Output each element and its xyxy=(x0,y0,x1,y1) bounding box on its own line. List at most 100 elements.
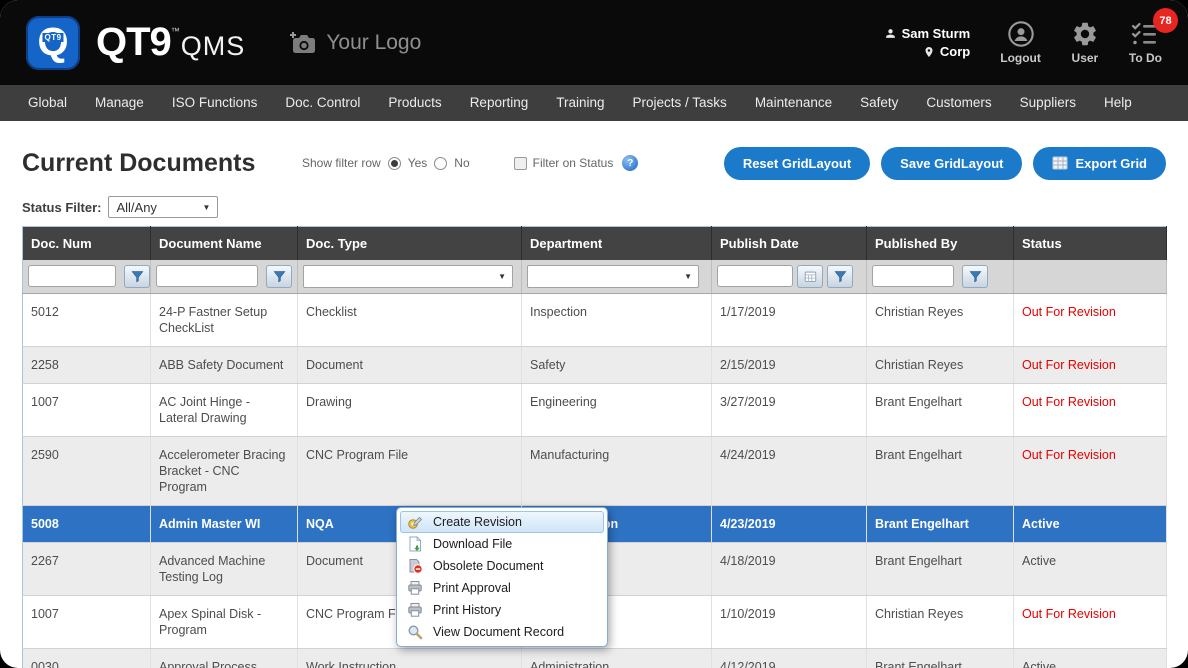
camera-plus-icon xyxy=(287,31,317,55)
menu-item-label: Print Approval xyxy=(433,581,511,595)
cell-by: Christian Reyes xyxy=(867,595,1014,648)
nav-item-maintenance[interactable]: Maintenance xyxy=(741,85,846,121)
nav-item-iso-functions[interactable]: ISO Functions xyxy=(158,85,272,121)
nav-item-global[interactable]: Global xyxy=(14,85,81,121)
status-filter-select[interactable]: All/Any ▼ xyxy=(108,196,218,218)
nav-item-projects-tasks[interactable]: Projects / Tasks xyxy=(619,85,741,121)
menu-item-obsolete-document[interactable]: Obsolete Document xyxy=(400,555,604,577)
user-name: Sam Sturm xyxy=(902,25,971,43)
col-published-by[interactable]: Published By xyxy=(867,227,1014,260)
reset-gridlayout-button[interactable]: Reset GridLayout xyxy=(724,147,870,180)
main-nav: GlobalManageISO FunctionsDoc. ControlPro… xyxy=(0,85,1188,121)
qt9-logo-icon: Q QT9 xyxy=(26,16,80,70)
nav-item-manage[interactable]: Manage xyxy=(81,85,158,121)
table-row[interactable]: 0030Approval ProcessWork InstructionAdmi… xyxy=(23,648,1167,668)
filter-row-yes-radio[interactable] xyxy=(388,157,401,170)
cell-type: Drawing xyxy=(298,383,522,436)
cell-date: 1/17/2019 xyxy=(712,293,867,346)
qt9-logo-text: QT9 xyxy=(42,33,63,42)
table-row[interactable]: 2590Accelerometer Bracing Bracket - CNC … xyxy=(23,436,1167,505)
export-grid-button[interactable]: Export Grid xyxy=(1033,147,1166,180)
show-filter-row-label: Show filter row xyxy=(302,156,381,170)
nav-item-doc-control[interactable]: Doc. Control xyxy=(271,85,374,121)
cell-date: 4/23/2019 xyxy=(712,505,867,542)
upload-logo-button[interactable]: Your Logo xyxy=(287,31,421,55)
menu-item-label: Obsolete Document xyxy=(433,559,543,573)
nav-item-training[interactable]: Training xyxy=(542,85,618,121)
cell-by: Christian Reyes xyxy=(867,293,1014,346)
cell-status: Active xyxy=(1014,648,1167,668)
logout-button[interactable]: Logout xyxy=(1000,20,1041,65)
col-publish-date[interactable]: Publish Date xyxy=(712,227,867,260)
app-header: Q QT9 QT9 ™ QMS Your Logo xyxy=(0,0,1188,85)
brand-logotype: QT9 ™ QMS xyxy=(96,20,245,65)
logout-icon xyxy=(1007,20,1035,48)
menu-item-create-revision[interactable]: Create Revision xyxy=(400,511,604,533)
filter-doc-num-input[interactable] xyxy=(28,265,116,287)
logout-label: Logout xyxy=(1000,51,1041,65)
obsolete-document-icon xyxy=(407,558,423,574)
brand-trademark: ™ xyxy=(171,26,180,36)
menu-item-print-approval[interactable]: Print Approval xyxy=(400,577,604,599)
filter-doc-num-funnel-button[interactable] xyxy=(124,265,150,288)
nav-item-reporting[interactable]: Reporting xyxy=(456,85,543,121)
cell-status: Out For Revision xyxy=(1014,383,1167,436)
filter-published-by-funnel-button[interactable] xyxy=(962,265,988,288)
filter-doc-type-select[interactable]: ▼ xyxy=(303,265,513,288)
table-row[interactable]: 2258ABB Safety DocumentDocumentSafety2/1… xyxy=(23,346,1167,383)
table-row[interactable]: 1007AC Joint Hinge - Lateral DrawingDraw… xyxy=(23,383,1167,436)
cell-dept: Safety xyxy=(522,346,712,383)
view-record-icon xyxy=(407,624,423,640)
cell-date: 2/15/2019 xyxy=(712,346,867,383)
filter-publish-date-calendar-button[interactable] xyxy=(797,265,823,288)
col-doc-type[interactable]: Doc. Type xyxy=(298,227,522,260)
filter-on-status-label: Filter on Status xyxy=(533,156,614,170)
cell-name: AC Joint Hinge - Lateral Drawing xyxy=(151,383,298,436)
cell-status: Out For Revision xyxy=(1014,436,1167,505)
cell-status: Active xyxy=(1014,505,1167,542)
table-row[interactable]: 501224-P Fastner Setup CheckListChecklis… xyxy=(23,293,1167,346)
nav-item-products[interactable]: Products xyxy=(374,85,455,121)
status-filter-label: Status Filter: xyxy=(22,200,101,215)
user-settings-button[interactable]: User xyxy=(1071,20,1099,65)
help-icon[interactable]: ? xyxy=(622,155,638,171)
cell-date: 1/10/2019 xyxy=(712,595,867,648)
cell-date: 4/12/2019 xyxy=(712,648,867,668)
cell-name: Accelerometer Bracing Bracket - CNC Prog… xyxy=(151,436,298,505)
filter-on-status-checkbox[interactable] xyxy=(514,157,527,170)
filter-publish-date-funnel-button[interactable] xyxy=(827,265,853,288)
funnel-icon xyxy=(273,270,286,283)
col-document-name[interactable]: Document Name xyxy=(151,227,298,260)
filter-publish-date-input[interactable] xyxy=(717,265,793,287)
nav-item-help[interactable]: Help xyxy=(1090,85,1146,121)
filter-published-by-input[interactable] xyxy=(872,265,954,287)
col-department[interactable]: Department xyxy=(522,227,712,260)
filter-document-name-input[interactable] xyxy=(156,265,258,287)
cell-by: Brant Engelhart xyxy=(867,505,1014,542)
nav-item-safety[interactable]: Safety xyxy=(846,85,912,121)
grid-header-row: Doc. Num Document Name Doc. Type Departm… xyxy=(23,227,1167,260)
cell-doc-num: 1007 xyxy=(23,595,151,648)
filter-status-empty-cell xyxy=(1014,260,1167,294)
cell-by: Brant Engelhart xyxy=(867,542,1014,595)
status-filter-group: Status Filter: All/Any ▼ xyxy=(22,196,1166,218)
menu-item-download-file[interactable]: Download File xyxy=(400,533,604,555)
menu-item-label: View Document Record xyxy=(433,625,564,639)
nav-item-suppliers[interactable]: Suppliers xyxy=(1006,85,1090,121)
cell-dept: Administration xyxy=(522,648,712,668)
cell-doc-num: 2258 xyxy=(23,346,151,383)
cell-status: Out For Revision xyxy=(1014,595,1167,648)
col-status[interactable]: Status xyxy=(1014,227,1167,260)
cell-type: Work Instruction xyxy=(298,648,522,668)
col-doc-num[interactable]: Doc. Num xyxy=(23,227,151,260)
filter-document-name-funnel-button[interactable] xyxy=(266,265,292,288)
todo-label: To Do xyxy=(1129,51,1162,65)
menu-item-view-document-record[interactable]: View Document Record xyxy=(400,621,604,643)
save-gridlayout-button[interactable]: Save GridLayout xyxy=(881,147,1022,180)
create-revision-icon xyxy=(407,514,423,530)
todo-button[interactable]: 78 To Do xyxy=(1129,20,1162,65)
menu-item-print-history[interactable]: Print History xyxy=(400,599,604,621)
filter-department-select[interactable]: ▼ xyxy=(527,265,699,288)
filter-row-no-radio[interactable] xyxy=(434,157,447,170)
nav-item-customers[interactable]: Customers xyxy=(912,85,1005,121)
